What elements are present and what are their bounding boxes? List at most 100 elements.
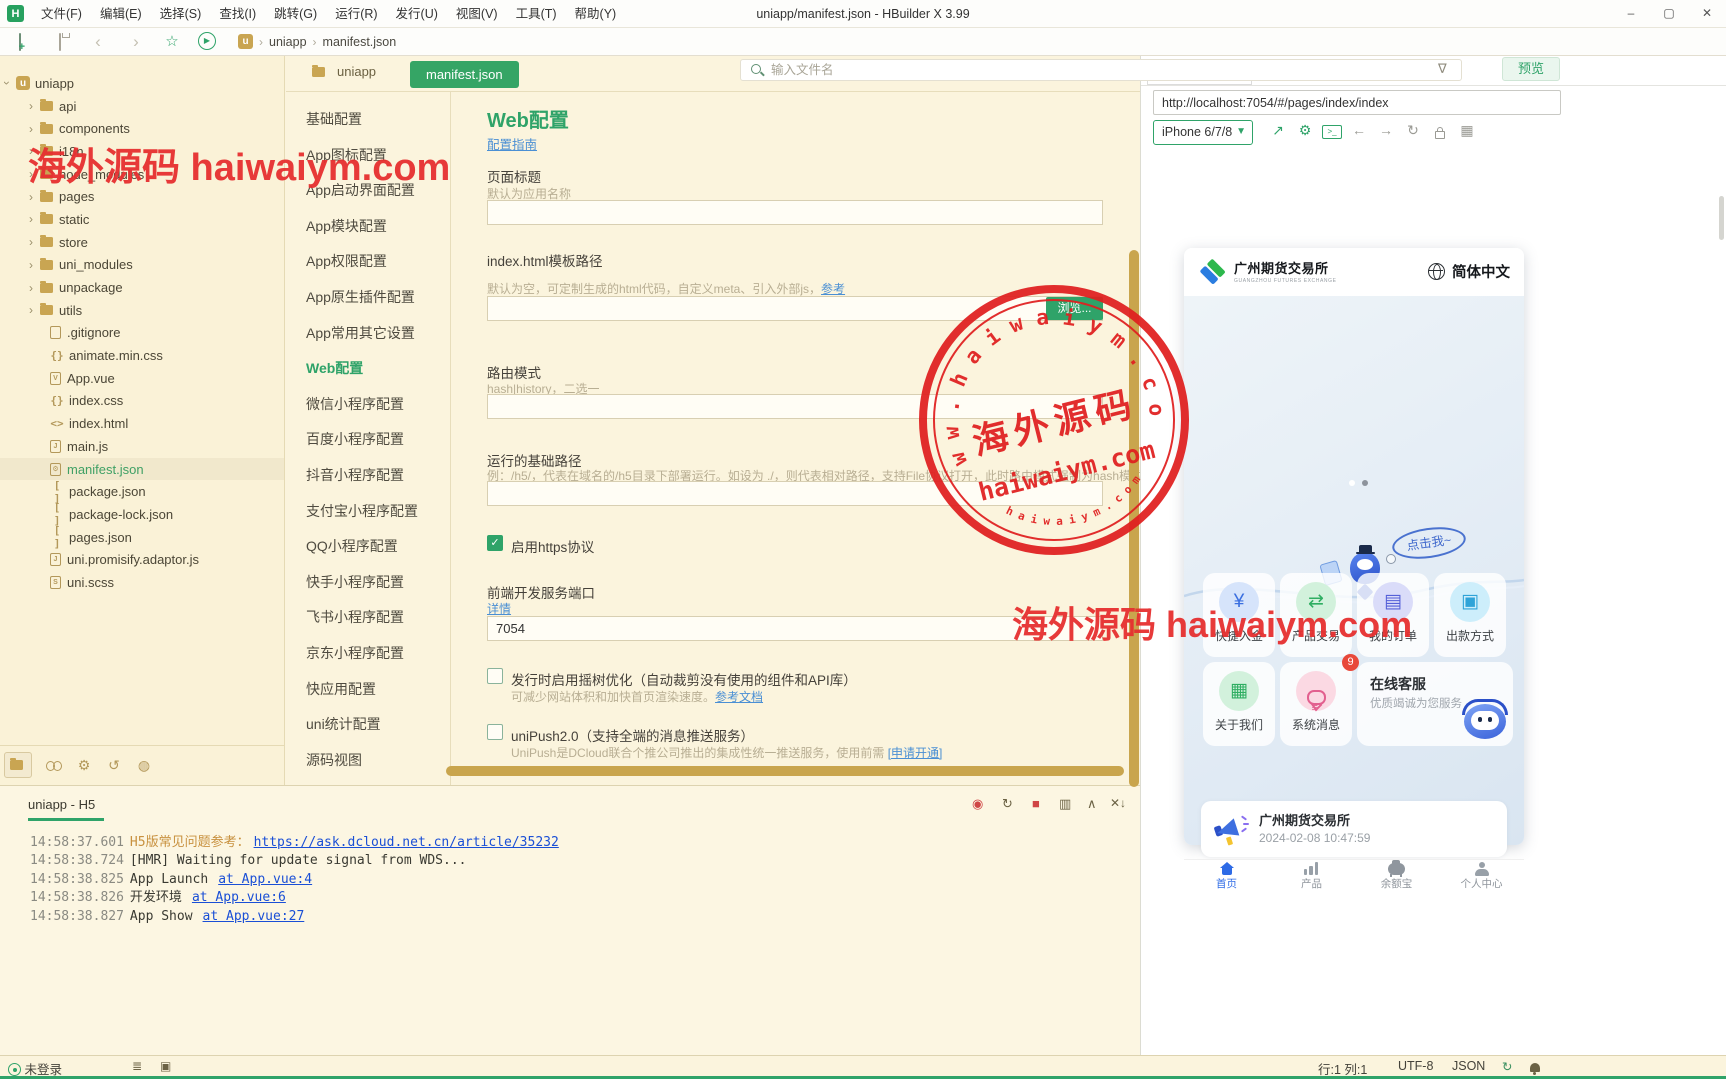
devtools-console-icon[interactable]: >_: [1322, 125, 1342, 139]
horizontal-scrollbar[interactable]: [446, 766, 1124, 776]
tree-file-gitignore[interactable]: .gitignore: [0, 322, 284, 345]
device-selector[interactable]: iPhone 6/7/8▼: [1153, 120, 1253, 145]
chevron-right-icon[interactable]: ›: [24, 99, 38, 113]
screenshot-icon[interactable]: ▥: [1059, 796, 1071, 812]
chevron-right-icon[interactable]: ›: [24, 167, 38, 181]
tree-folder-node-modules[interactable]: ›node_modules: [0, 163, 284, 186]
treeshake-doc-link[interactable]: 参考文档: [715, 690, 763, 704]
nav-jd-mp-config[interactable]: 京东小程序配置: [286, 636, 450, 672]
tree-folder-uni-modules[interactable]: ›uni_modules: [0, 254, 284, 277]
panel-scrollbar[interactable]: [1719, 196, 1724, 240]
tab-manifest-json[interactable]: manifest.json: [410, 61, 519, 88]
breadcrumb-project[interactable]: uniapp: [269, 35, 307, 49]
settings-gear-icon[interactable]: ⚙: [1295, 122, 1315, 139]
menu-help[interactable]: 帮助(Y): [566, 0, 626, 28]
grid-item-about[interactable]: ▦ 关于我们: [1203, 662, 1275, 746]
close-button[interactable]: ✕: [1688, 0, 1726, 27]
dev-port-detail-link[interactable]: 详情: [487, 600, 511, 617]
click-me-bubble[interactable]: 点击我~: [1390, 523, 1467, 563]
tree-file-pages-json[interactable]: [ ]pages.json: [0, 526, 284, 549]
tab-home[interactable]: 首页: [1184, 860, 1269, 893]
menu-goto[interactable]: 跳转(G): [265, 0, 326, 28]
new-file-icon[interactable]: [10, 32, 30, 52]
tree-file-uni-scss[interactable]: Suni.scss: [0, 571, 284, 594]
grid-item-withdraw[interactable]: ▣ 出款方式: [1434, 573, 1506, 657]
log-link[interactable]: at App.vue:27: [203, 909, 305, 924]
globe-icon[interactable]: ◍: [130, 752, 158, 778]
debug-icon[interactable]: ◉: [972, 796, 983, 812]
nav-qq-mp-config[interactable]: QQ小程序配置: [286, 529, 450, 565]
nav-weixin-mp-config[interactable]: 微信小程序配置: [286, 387, 450, 423]
nav-app-permission-config[interactable]: App权限配置: [286, 244, 450, 280]
grid-item-orders[interactable]: ▤ 我的订单: [1357, 573, 1429, 657]
tree-file-uni-promisify-js[interactable]: Juni.promisify.adaptor.js: [0, 548, 284, 571]
tree-folder-static[interactable]: ›static: [0, 208, 284, 231]
tree-folder-pages[interactable]: ›pages: [0, 185, 284, 208]
nav-alipay-mp-config[interactable]: 支付宝小程序配置: [286, 494, 450, 530]
breadcrumb-file[interactable]: manifest.json: [323, 35, 397, 49]
url-input[interactable]: [1154, 91, 1560, 114]
layout-icon[interactable]: ▣: [160, 1059, 171, 1073]
vertical-scrollbar[interactable]: [1129, 250, 1139, 787]
run-icon[interactable]: ▶: [198, 32, 216, 50]
tree-folder-unpackage[interactable]: ›unpackage: [0, 276, 284, 299]
nav-app-native-plugin-config[interactable]: App原生插件配置: [286, 280, 450, 316]
maximize-button[interactable]: ▢: [1650, 0, 1688, 27]
filter-icon[interactable]: ∇: [1438, 61, 1447, 77]
cursor-position[interactable]: 行:1 列:1: [1318, 1059, 1367, 1078]
template-reference-link[interactable]: 参考: [821, 282, 845, 296]
nav-uni-statistics-config[interactable]: uni统计配置: [286, 707, 450, 743]
notification-bell-icon[interactable]: [1530, 1059, 1540, 1073]
lock-icon[interactable]: [1430, 122, 1450, 138]
log-link[interactable]: at App.vue:4: [218, 872, 312, 887]
clear-console-icon[interactable]: ✕↓: [1110, 796, 1126, 810]
nav-web-config[interactable]: Web配置: [286, 351, 450, 387]
tab-balance[interactable]: 余额宝: [1354, 860, 1439, 893]
chevron-right-icon[interactable]: ›: [24, 235, 38, 249]
nav-douyin-mp-config[interactable]: 抖音小程序配置: [286, 458, 450, 494]
nav-app-other-config[interactable]: App常用其它设置: [286, 316, 450, 352]
tree-folder-api[interactable]: ›api: [0, 95, 284, 118]
dev-port-input[interactable]: [487, 616, 1103, 641]
chevron-right-icon[interactable]: ›: [24, 212, 38, 226]
nav-kuaishou-mp-config[interactable]: 快手小程序配置: [286, 565, 450, 601]
file-search-box[interactable]: [740, 59, 1462, 81]
menu-file[interactable]: 文件(F): [32, 0, 91, 28]
chevron-right-icon[interactable]: ›: [24, 303, 38, 317]
nav-source-view[interactable]: 源码视图: [286, 743, 450, 779]
nav-app-icon-config[interactable]: App图标配置: [286, 138, 450, 174]
tree-file-manifest-json[interactable]: ⚙manifest.json: [0, 458, 284, 481]
log-link[interactable]: at App.vue:6: [192, 890, 286, 905]
encoding-indicator[interactable]: UTF-8: [1398, 1059, 1433, 1073]
collapse-icon[interactable]: ∧: [1087, 796, 1097, 812]
tree-folder-store[interactable]: ›store: [0, 231, 284, 254]
favorite-star-icon[interactable]: ☆: [162, 32, 182, 52]
grid-item-deposit[interactable]: ¥ 快捷入金: [1203, 573, 1275, 657]
notice-card[interactable]: 广州期货交易所 2024-02-08 10:47:59: [1201, 801, 1507, 857]
tree-file-main-js[interactable]: Jmain.js: [0, 435, 284, 458]
console-tab-uniapp-h5[interactable]: uniapp - H5: [28, 797, 95, 812]
unipush-checkbox[interactable]: [487, 724, 503, 740]
chevron-right-icon[interactable]: ›: [24, 258, 38, 272]
log-link[interactable]: https://ask.dcloud.net.cn/article/35232: [254, 835, 559, 850]
tree-file-index-css[interactable]: {}index.css: [0, 390, 284, 413]
nav-forward-icon[interactable]: →: [1376, 122, 1396, 138]
nav-app-module-config[interactable]: App模块配置: [286, 209, 450, 245]
tree-file-index-html[interactable]: <>index.html: [0, 412, 284, 435]
nav-quickapp-config[interactable]: 快应用配置: [286, 672, 450, 708]
language-switcher[interactable]: 简体中文: [1428, 261, 1510, 282]
qr-code-icon[interactable]: ▦: [1457, 122, 1477, 139]
template-path-input[interactable]: [487, 296, 1103, 321]
restart-icon[interactable]: ↻: [1002, 796, 1013, 812]
page-title-input[interactable]: [487, 200, 1103, 225]
unipush-apply-link[interactable]: [申请开通]: [888, 746, 943, 760]
files-view-icon[interactable]: [4, 752, 32, 778]
debug-view-icon[interactable]: ⚙: [70, 752, 98, 778]
minimize-button[interactable]: –: [1612, 0, 1650, 27]
save-icon[interactable]: [50, 32, 70, 52]
tab-uniapp-folder[interactable]: uniapp: [310, 64, 376, 79]
refresh-icon[interactable]: ↻: [1403, 122, 1423, 139]
grid-item-customer-service[interactable]: 在线客服 优质竭诚为您服务: [1357, 662, 1513, 746]
menu-find[interactable]: 查找(I): [210, 0, 265, 28]
tab-products[interactable]: 产品: [1269, 860, 1354, 893]
